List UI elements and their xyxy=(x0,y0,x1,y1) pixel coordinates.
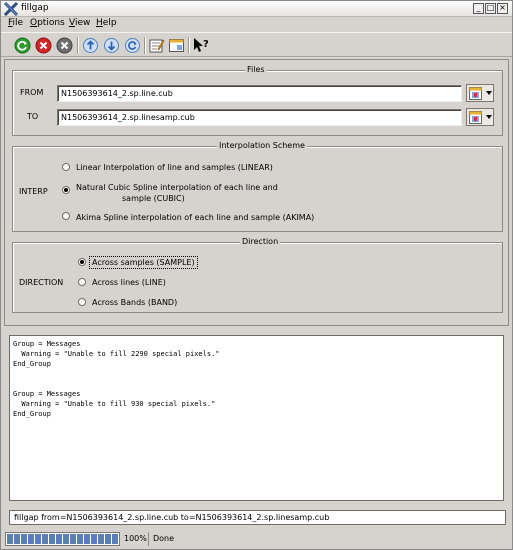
toolbar-separator xyxy=(77,37,79,54)
browse-file-icon xyxy=(469,87,482,100)
maximize-button[interactable]: □ xyxy=(485,3,496,14)
toolbar: ? xyxy=(1,32,512,57)
log-line: Group = Messages xyxy=(13,390,81,398)
from-field[interactable]: N1506393614_2.sp.line.cub xyxy=(57,85,462,102)
close-window-button[interactable]: × xyxy=(497,3,508,14)
whats-this-icon[interactable]: ? xyxy=(192,37,209,54)
direction-group: Direction DIRECTION Across samples (SAMP… xyxy=(12,237,503,313)
refresh-icon[interactable] xyxy=(124,37,141,54)
progress-bar xyxy=(5,532,120,546)
reset-icon[interactable] xyxy=(56,37,73,54)
interpolation-group: Interpolation Scheme INTERP Linear Inter… xyxy=(12,141,503,232)
next-icon[interactable] xyxy=(103,37,120,54)
from-label: FROM xyxy=(20,88,44,97)
radio-linear[interactable] xyxy=(62,163,70,171)
radio-cubic-label-line1[interactable]: Natural Cubic Spline interpolation of ea… xyxy=(76,183,278,192)
toolbar-separator xyxy=(188,37,190,54)
from-browse-button[interactable] xyxy=(466,84,494,102)
window-title: fillgap xyxy=(21,3,49,13)
stop-icon[interactable] xyxy=(35,37,52,54)
radio-line-label[interactable]: Across lines (LINE) xyxy=(92,278,166,287)
toolbar-separator xyxy=(144,37,146,54)
radio-akima-label[interactable]: Akima Spline interpolation of each line … xyxy=(76,213,314,222)
menu-options[interactable]: Options xyxy=(30,18,65,28)
direction-group-title: Direction xyxy=(240,237,281,246)
to-label: TO xyxy=(27,112,39,121)
menu-view[interactable]: View xyxy=(69,18,90,28)
radio-sample[interactable] xyxy=(78,258,86,266)
log-output[interactable]: Group = Messages Warning = "Unable to fi… xyxy=(9,335,504,501)
edit-icon[interactable] xyxy=(148,37,165,54)
fillgap-app-icon xyxy=(4,2,18,16)
log-line: End_Group xyxy=(13,410,51,418)
fillgap-window: fillgap _ □ × File Options View Help ? F… xyxy=(0,0,513,550)
log-line: Warning = "Unable to fill 930 special pi… xyxy=(13,400,216,408)
radio-linear-label[interactable]: Linear Interpolation of line and samples… xyxy=(76,163,273,172)
interpolation-group-title: Interpolation Scheme xyxy=(217,141,307,150)
window-icon[interactable] xyxy=(168,37,185,54)
log-line: End_Group xyxy=(13,360,51,368)
to-field[interactable]: N1506393614_2.sp.linesamp.cub xyxy=(57,109,462,126)
radio-sample-label[interactable]: Across samples (SAMPLE) xyxy=(89,256,198,269)
radio-band[interactable] xyxy=(78,298,86,306)
status-text: Done xyxy=(153,534,175,543)
chevron-down-icon xyxy=(486,91,492,95)
log-line: Warning = "Unable to fill 2290 special p… xyxy=(13,350,220,358)
radio-akima[interactable] xyxy=(62,212,70,220)
progress-percent: 100% xyxy=(124,534,147,543)
title-bar[interactable]: fillgap _ □ × xyxy=(1,1,512,17)
chevron-down-icon xyxy=(486,115,492,119)
previous-icon[interactable] xyxy=(82,37,99,54)
to-browse-button[interactable] xyxy=(466,108,494,126)
status-divider xyxy=(148,532,149,546)
menu-file[interactable]: File xyxy=(8,18,23,28)
menu-help[interactable]: Help xyxy=(96,18,117,28)
radio-cubic[interactable] xyxy=(62,186,70,194)
interp-label: INTERP xyxy=(19,187,48,196)
svg-text:?: ? xyxy=(203,39,209,50)
run-icon[interactable] xyxy=(14,37,31,54)
radio-line[interactable] xyxy=(78,278,86,286)
log-line: Group = Messages xyxy=(13,340,81,348)
files-group: Files FROM N1506393614_2.sp.line.cub TO … xyxy=(12,65,503,136)
minimize-button[interactable]: _ xyxy=(473,3,484,14)
status-bar: 100% Done xyxy=(1,529,512,549)
command-line-field[interactable]: fillgap from=N1506393614_2.sp.line.cub t… xyxy=(9,510,506,525)
files-group-title: Files xyxy=(245,65,267,74)
direction-label: DIRECTION xyxy=(19,278,64,287)
radio-band-label[interactable]: Across Bands (BAND) xyxy=(92,298,177,307)
progress-fill xyxy=(7,534,118,544)
menu-bar: File Options View Help xyxy=(1,17,512,31)
radio-cubic-label-line2[interactable]: sample (CUBIC) xyxy=(122,194,185,203)
browse-file-icon xyxy=(469,111,482,124)
parameters-panel: Files FROM N1506393614_2.sp.line.cub TO … xyxy=(4,59,509,326)
